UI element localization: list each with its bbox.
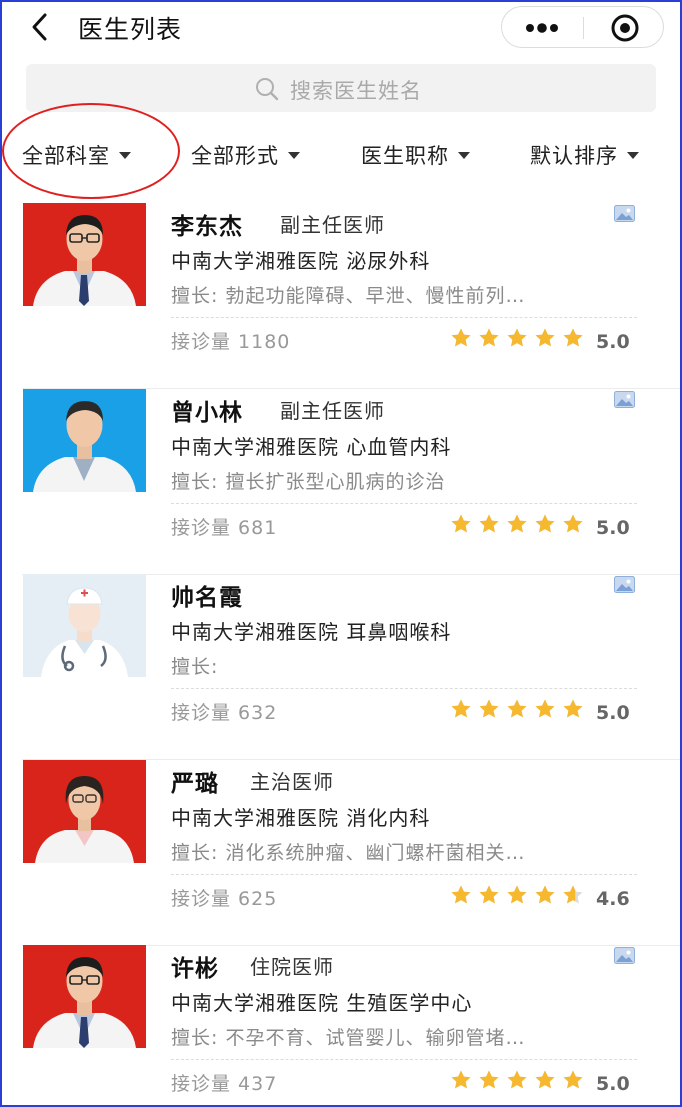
rating-score: 4.6	[596, 888, 630, 910]
star-icon	[450, 513, 472, 535]
doctor-avatar	[23, 760, 146, 863]
doctor-card[interactable]: 李东杰 副主任医师 中南大学湘雅医院 泌尿外科 擅长: 勃起功能障碍、早泄、慢性…	[0, 203, 682, 389]
star-icon	[506, 1069, 528, 1091]
star-icon	[478, 884, 500, 906]
doctor-avatar	[23, 389, 146, 492]
search-input[interactable]: 搜索医生姓名	[26, 64, 656, 112]
rating-score: 5.0	[596, 702, 630, 724]
hospital-department: 中南大学湘雅医院 心血管内科	[171, 435, 452, 459]
filter-label: 全部科室	[22, 144, 110, 168]
hospital-department: 中南大学湘雅医院 耳鼻咽喉科	[171, 620, 452, 644]
doctor-name: 许彬	[171, 956, 219, 982]
caret-down-icon	[119, 151, 131, 159]
star-icon	[506, 698, 528, 720]
doctor-specialty: 擅长:	[171, 656, 219, 678]
doctor-title: 主治医师	[250, 770, 334, 794]
filter-department[interactable]: 全部科室	[22, 140, 131, 170]
caret-down-icon	[458, 151, 470, 159]
star-icon	[450, 698, 472, 720]
doctor-title: 住院医师	[250, 955, 334, 979]
star-icon	[506, 327, 528, 349]
back-icon[interactable]	[26, 10, 56, 44]
doctor-avatar	[23, 203, 146, 306]
hospital-department: 中南大学湘雅医院 生殖医学中心	[171, 991, 473, 1015]
doctor-name: 帅名霞	[171, 585, 243, 611]
doctor-avatar	[23, 945, 146, 1048]
star-icon	[478, 698, 500, 720]
star-icon	[506, 884, 528, 906]
star-icon	[534, 327, 556, 349]
star-icon	[478, 327, 500, 349]
doctor-card[interactable]: 帅名霞 中南大学湘雅医院 耳鼻咽喉科 擅长: 接诊量 632 5.0	[0, 574, 682, 760]
dashed-divider	[171, 1059, 637, 1060]
doctor-name: 严璐	[171, 771, 219, 797]
hospital-department: 中南大学湘雅医院 消化内科	[171, 806, 431, 830]
filter-doctor-title[interactable]: 医生职称	[361, 140, 470, 170]
star-icon	[534, 698, 556, 720]
star-icon	[450, 884, 472, 906]
close-target-icon[interactable]	[584, 7, 665, 49]
rating-score: 5.0	[596, 517, 630, 539]
doctor-specialty: 擅长: 勃起功能障碍、早泄、慢性前列…	[171, 285, 526, 307]
filter-label: 全部形式	[191, 144, 279, 168]
dashed-divider	[171, 874, 637, 875]
image-icon	[614, 391, 635, 408]
doctor-name: 李东杰	[171, 214, 243, 240]
doctor-card[interactable]: 曾小林 副主任医师 中南大学湘雅医院 心血管内科 擅长: 擅长扩张型心肌病的诊治…	[0, 389, 682, 575]
filter-form[interactable]: 全部形式	[191, 140, 300, 170]
dashed-divider	[171, 688, 637, 689]
rating-score: 5.0	[596, 1073, 630, 1095]
hospital-department: 中南大学湘雅医院 泌尿外科	[171, 249, 431, 273]
doctor-card[interactable]: 许彬 住院医师 中南大学湘雅医院 生殖医学中心 擅长: 不孕不育、试管婴儿、输卵…	[0, 945, 682, 1107]
star-icon	[450, 327, 472, 349]
star-icon	[562, 513, 584, 535]
doctor-specialty: 擅长: 消化系统肿瘤、幽门螺杆菌相关…	[171, 842, 526, 864]
star-icon	[562, 327, 584, 349]
star-icon	[506, 513, 528, 535]
consultation-count: 接诊量 632	[171, 702, 278, 724]
search-placeholder: 搜索医生姓名	[290, 79, 422, 103]
doctor-avatar	[23, 574, 146, 677]
image-icon	[614, 205, 635, 222]
dashed-divider	[171, 503, 637, 504]
doctor-name: 曾小林	[171, 400, 243, 426]
consultation-count: 接诊量 681	[171, 517, 278, 539]
star-icon	[562, 698, 584, 720]
filter-sort[interactable]: 默认排序	[530, 140, 639, 170]
doctor-title: 副主任医师	[280, 399, 385, 423]
star-icon	[450, 1069, 472, 1091]
consultation-count: 接诊量 437	[171, 1073, 278, 1095]
page-title: 医生列表	[78, 15, 183, 44]
filter-label: 默认排序	[530, 144, 618, 168]
nav-bar: 医生列表	[0, 0, 682, 58]
star-icon	[562, 884, 584, 906]
rating-score: 5.0	[596, 331, 630, 353]
image-icon	[614, 576, 635, 593]
star-icon	[478, 1069, 500, 1091]
more-icon[interactable]	[502, 7, 583, 49]
doctor-specialty: 擅长: 擅长扩张型心肌病的诊治	[171, 471, 446, 493]
mini-program-capsule	[501, 6, 664, 48]
star-icon	[562, 1069, 584, 1091]
doctor-title: 副主任医师	[280, 213, 385, 237]
star-icon	[534, 884, 556, 906]
caret-down-icon	[627, 151, 639, 159]
star-icon	[534, 513, 556, 535]
doctor-card[interactable]: 严璐 主治医师 中南大学湘雅医院 消化内科 擅长: 消化系统肿瘤、幽门螺杆菌相关…	[0, 760, 682, 946]
filter-label: 医生职称	[361, 144, 449, 168]
caret-down-icon	[288, 151, 300, 159]
dashed-divider	[171, 317, 637, 318]
star-icon	[534, 1069, 556, 1091]
consultation-count: 接诊量 625	[171, 888, 278, 910]
consultation-count: 接诊量 1180	[171, 331, 291, 353]
search-icon	[254, 76, 280, 102]
doctor-specialty: 擅长: 不孕不育、试管婴儿、输卵管堵…	[171, 1027, 526, 1049]
image-icon	[614, 947, 635, 964]
star-icon	[478, 513, 500, 535]
filter-bar: 全部科室 全部形式 医生职称 默认排序	[0, 124, 682, 186]
